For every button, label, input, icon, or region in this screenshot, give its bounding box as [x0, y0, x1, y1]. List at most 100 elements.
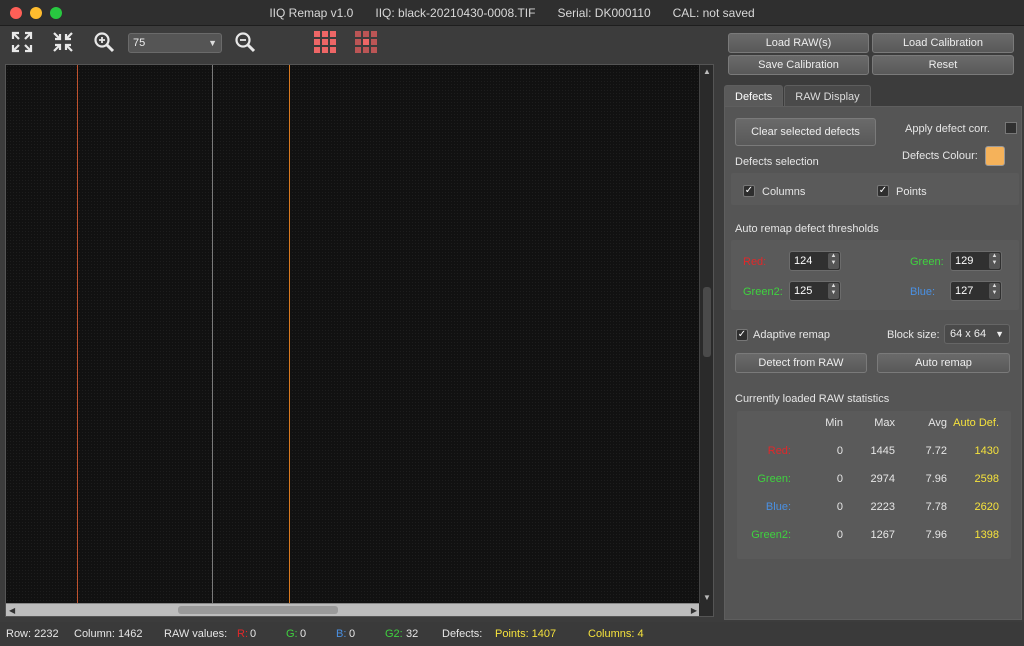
serial-number: Serial: DK000110 — [557, 6, 651, 20]
blue-threshold-label: Blue: — [910, 286, 936, 298]
adaptive-remap-label: Adaptive remap — [753, 329, 831, 341]
status-bar: Row: 2232 Column: 1462 RAW values: R: 0 … — [0, 622, 1024, 646]
defect-column-line — [212, 65, 213, 604]
stats-cell: 2223 — [870, 501, 895, 513]
horizontal-scrollbar[interactable]: ◀ ▶ — [6, 603, 700, 616]
stats-cell: 2620 — [974, 501, 999, 513]
zoom-out-icon[interactable] — [233, 30, 257, 54]
detect-from-raw-button[interactable]: Detect from RAW — [735, 353, 867, 373]
scroll-corner — [699, 603, 713, 616]
spin-arrows-icon[interactable]: ▲ ▼ — [828, 283, 839, 299]
block-size-value: 64 x 64 — [950, 328, 987, 340]
stats-cell: 7.78 — [925, 501, 947, 513]
defects-colour-label: Defects Colour: — [902, 150, 978, 162]
tab-raw-display[interactable]: RAW Display — [784, 85, 871, 107]
green2-threshold-value: 125 — [794, 285, 813, 297]
red-threshold-value: 124 — [794, 255, 813, 267]
stats-header-max: Max — [874, 417, 895, 429]
collapse-icon[interactable] — [51, 30, 75, 54]
raw-image-viewer[interactable]: ▲ ▼ ◀ ▶ — [5, 64, 714, 617]
save-calibration-button[interactable]: Save Calibration — [728, 55, 869, 75]
calibration-status: CAL: not saved — [672, 6, 755, 20]
load-raw-button[interactable]: Load RAW(s) — [728, 33, 869, 53]
blue-threshold-value: 127 — [955, 285, 974, 297]
thresholds-group: Red: 124 ▲ ▼ Green: 129 ▲ ▼ Green2: 125 ▲ ▼… — [731, 240, 1019, 310]
control-panel: Load RAW(s) Load Calibration Save Calibr… — [722, 26, 1024, 620]
blue-threshold-spinbox[interactable]: 127 ▲ ▼ — [950, 281, 1002, 301]
grid-all-icon[interactable] — [313, 30, 337, 54]
status-raw-values-label: RAW values: — [164, 628, 228, 640]
stats-cell: 1445 — [870, 445, 895, 457]
expand-icon[interactable] — [10, 30, 34, 54]
title-bar: IIQ Remap v1.0 IIQ: black-20210430-0008.T… — [0, 0, 1024, 26]
block-size-label: Block size: — [887, 329, 940, 341]
defects-colour-swatch[interactable] — [985, 146, 1005, 166]
stats-header-auto-def: Auto Def. — [953, 417, 999, 429]
vertical-scrollbar[interactable]: ▲ ▼ — [699, 65, 713, 604]
zoom-in-icon[interactable] — [92, 30, 116, 54]
stats-cell: 7.72 — [925, 445, 947, 457]
scroll-up-icon[interactable]: ▲ — [703, 67, 711, 76]
red-threshold-label: Red: — [743, 256, 767, 268]
status-r-value: 0 — [250, 628, 257, 640]
scroll-right-icon[interactable]: ▶ — [691, 606, 697, 615]
spin-arrows-icon[interactable]: ▲ ▼ — [989, 283, 1000, 299]
status-g-label: G: — [286, 628, 298, 640]
raw-image-canvas[interactable] — [6, 65, 700, 604]
status-r-label: R: — [237, 628, 248, 640]
green2-threshold-label: Green2: — [743, 286, 783, 298]
reset-button[interactable]: Reset — [872, 55, 1014, 75]
points-checkbox[interactable]: ✓ — [877, 185, 889, 197]
green-threshold-spinbox[interactable]: 129 ▲ ▼ — [950, 251, 1002, 271]
green-threshold-value: 129 — [955, 255, 974, 267]
columns-checkbox[interactable]: ✓ — [743, 185, 755, 197]
status-row: Row: 2232 — [6, 628, 59, 640]
points-label: Points — [896, 186, 927, 198]
status-g-value: 0 — [300, 628, 307, 640]
defect-column-line — [77, 65, 78, 604]
status-column: Column: 1462 — [74, 628, 143, 640]
clear-selected-defects-button[interactable]: Clear selected defects — [735, 118, 876, 146]
spin-arrows-icon[interactable]: ▲ ▼ — [989, 253, 1000, 269]
red-threshold-spinbox[interactable]: 124 ▲ ▼ — [789, 251, 841, 271]
spin-arrows-icon[interactable]: ▲ ▼ — [828, 253, 839, 269]
stats-cell: 2974 — [870, 473, 895, 485]
load-calibration-button[interactable]: Load Calibration — [872, 33, 1014, 53]
stats-cell: 0 — [836, 445, 843, 457]
stats-row-red-label: Red: — [767, 445, 791, 457]
auto-remap-button[interactable]: Auto remap — [877, 353, 1010, 373]
stats-cell: 1267 — [870, 529, 895, 541]
stats-header-min: Min — [825, 417, 843, 429]
defects-selection-title: Defects selection — [735, 156, 819, 168]
stats-cell: 1398 — [974, 529, 999, 541]
status-points-count: Points: 1407 — [495, 628, 557, 640]
zoom-level-select[interactable]: 75 ▼ — [128, 33, 222, 53]
toolbar: 75 ▼ — [0, 26, 720, 62]
stats-cell: 0 — [836, 501, 843, 513]
stats-cell: 7.96 — [925, 473, 947, 485]
grid-center-icon[interactable] — [354, 30, 378, 54]
status-b-label: B: — [336, 628, 347, 640]
stats-table: Min Max Avg Auto Def. Red: 0 1445 7.72 1… — [737, 411, 1011, 559]
scroll-left-icon[interactable]: ◀ — [9, 606, 15, 615]
stats-cell: 1430 — [974, 445, 999, 457]
stats-cell: 0 — [836, 529, 843, 541]
columns-label: Columns — [762, 186, 806, 198]
chevron-down-icon: ▼ — [995, 329, 1004, 339]
green2-threshold-spinbox[interactable]: 125 ▲ ▼ — [789, 281, 841, 301]
tab-defects[interactable]: Defects — [724, 85, 784, 107]
vertical-scroll-thumb[interactable] — [703, 287, 711, 357]
scroll-down-icon[interactable]: ▼ — [703, 593, 711, 602]
stats-row-blue-label: Blue: — [765, 501, 791, 513]
adaptive-remap-checkbox[interactable]: ✓ — [736, 329, 748, 341]
window-title: IIQ Remap v1.0 IIQ: black-20210430-0008.T… — [0, 6, 1024, 20]
stats-cell: 7.96 — [925, 529, 947, 541]
horizontal-scroll-thumb[interactable] — [178, 606, 338, 614]
status-g2-label: G2: — [385, 628, 403, 640]
status-g2-value: 32 — [406, 628, 419, 640]
zoom-level-value: 75 — [133, 37, 146, 49]
stats-header-avg: Avg — [928, 417, 947, 429]
block-size-select[interactable]: 64 x 64 ▼ — [944, 324, 1010, 344]
status-defects-label: Defects: — [442, 628, 483, 640]
apply-defect-corr-checkbox[interactable] — [1005, 122, 1017, 134]
